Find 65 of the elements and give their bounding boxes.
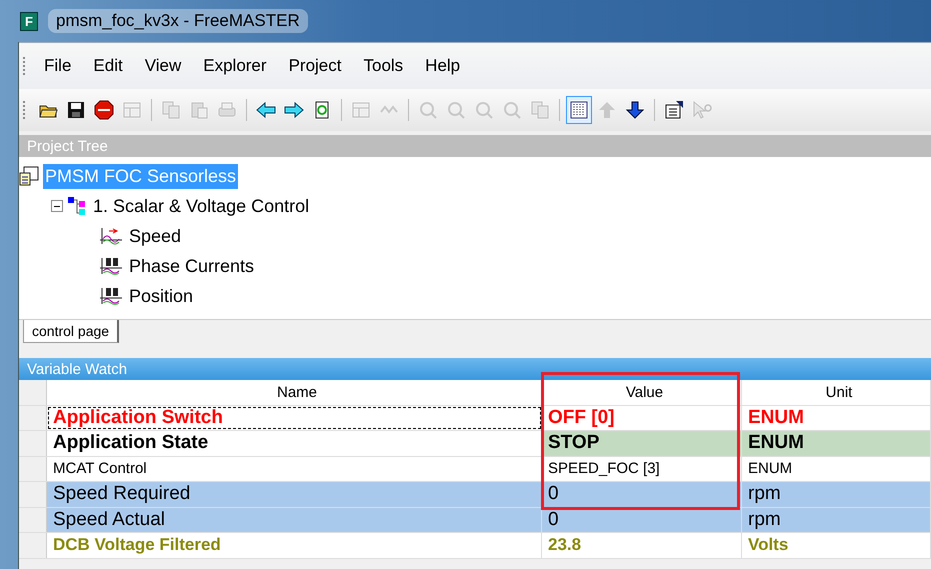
menu-item[interactable]: Help [414,56,472,76]
tree-item[interactable]: Position [127,284,196,308]
stop-sign-icon [94,100,114,120]
table-cell: Speed Required [47,482,542,506]
row-header[interactable] [19,533,47,558]
row-header[interactable] [19,456,47,481]
tree-item[interactable]: 1. Scalar & Voltage Control [91,194,312,218]
copy-icon [530,100,550,120]
table-cell: ENUM [742,431,931,456]
table-cell: ENUM [742,456,931,481]
paste-icon [189,100,209,120]
menu-item[interactable]: Project [278,56,352,76]
panel-title: Variable Watch [27,360,128,378]
down-arrow-icon [625,100,645,120]
collapse-toggle[interactable] [51,200,63,212]
menu-item[interactable]: Tools [352,56,414,76]
magnifier-icon [474,100,494,120]
row-header[interactable] [19,482,47,506]
table-cell: DCB Voltage Filtered [47,533,542,558]
up-arrow-icon [597,100,617,120]
table-cell: OFF [0] [542,406,742,430]
scope-icon [99,256,123,276]
menu-item[interactable]: File [33,56,82,76]
help-pointer-icon [692,100,712,120]
recorder-icon [99,226,123,246]
grid-tool-button[interactable] [566,96,592,124]
table-cell: MCAT Control [47,456,542,481]
table-cell: STOP [542,431,742,456]
copy-icon [161,100,181,120]
tree-item[interactable]: Speed [127,224,184,248]
menu-item[interactable]: Edit [82,56,134,76]
magnifier-icon [446,100,466,120]
table-cell: rpm [742,482,931,506]
panel-title: Project Tree [27,138,108,154]
table-cell: SPEED_FOC [3] [542,456,742,481]
app-logo-icon: F [20,12,38,30]
magnifier-icon [418,100,438,120]
row-header[interactable] [19,508,47,532]
colored-blocks-icon [67,196,87,216]
table-cell: rpm [742,508,931,532]
column-header[interactable]: Unit [742,380,931,404]
menu-item[interactable]: View [134,56,192,76]
table-cell: 23.8 [542,533,742,558]
window-layout-icon [351,100,371,120]
column-header[interactable]: Value [542,380,742,404]
window-layout-icon [122,100,142,120]
table-cell: Application State [47,431,542,456]
table-cell: Volts [742,533,931,558]
tab[interactable]: control page [23,320,120,343]
menu-item[interactable]: Explorer [192,56,278,76]
window-title: pmsm_foc_kv3x - FreeMASTER [48,9,308,33]
left-arrow-icon [256,100,276,120]
table-cell: Application Switch [47,406,542,430]
grid-icon [569,100,589,120]
column-header[interactable]: Name [47,380,542,404]
properties-icon [664,100,684,120]
magnifier-icon [502,100,522,120]
right-arrow-icon [284,100,304,120]
scope-icon [99,286,123,306]
row-header[interactable] [19,406,47,430]
table-cell: 0 [542,482,742,506]
table-cell: ENUM [742,406,931,430]
row-header[interactable] [19,431,47,456]
table-cell: Speed Actual [47,508,542,532]
tree-item[interactable]: Phase Currents [127,254,256,278]
